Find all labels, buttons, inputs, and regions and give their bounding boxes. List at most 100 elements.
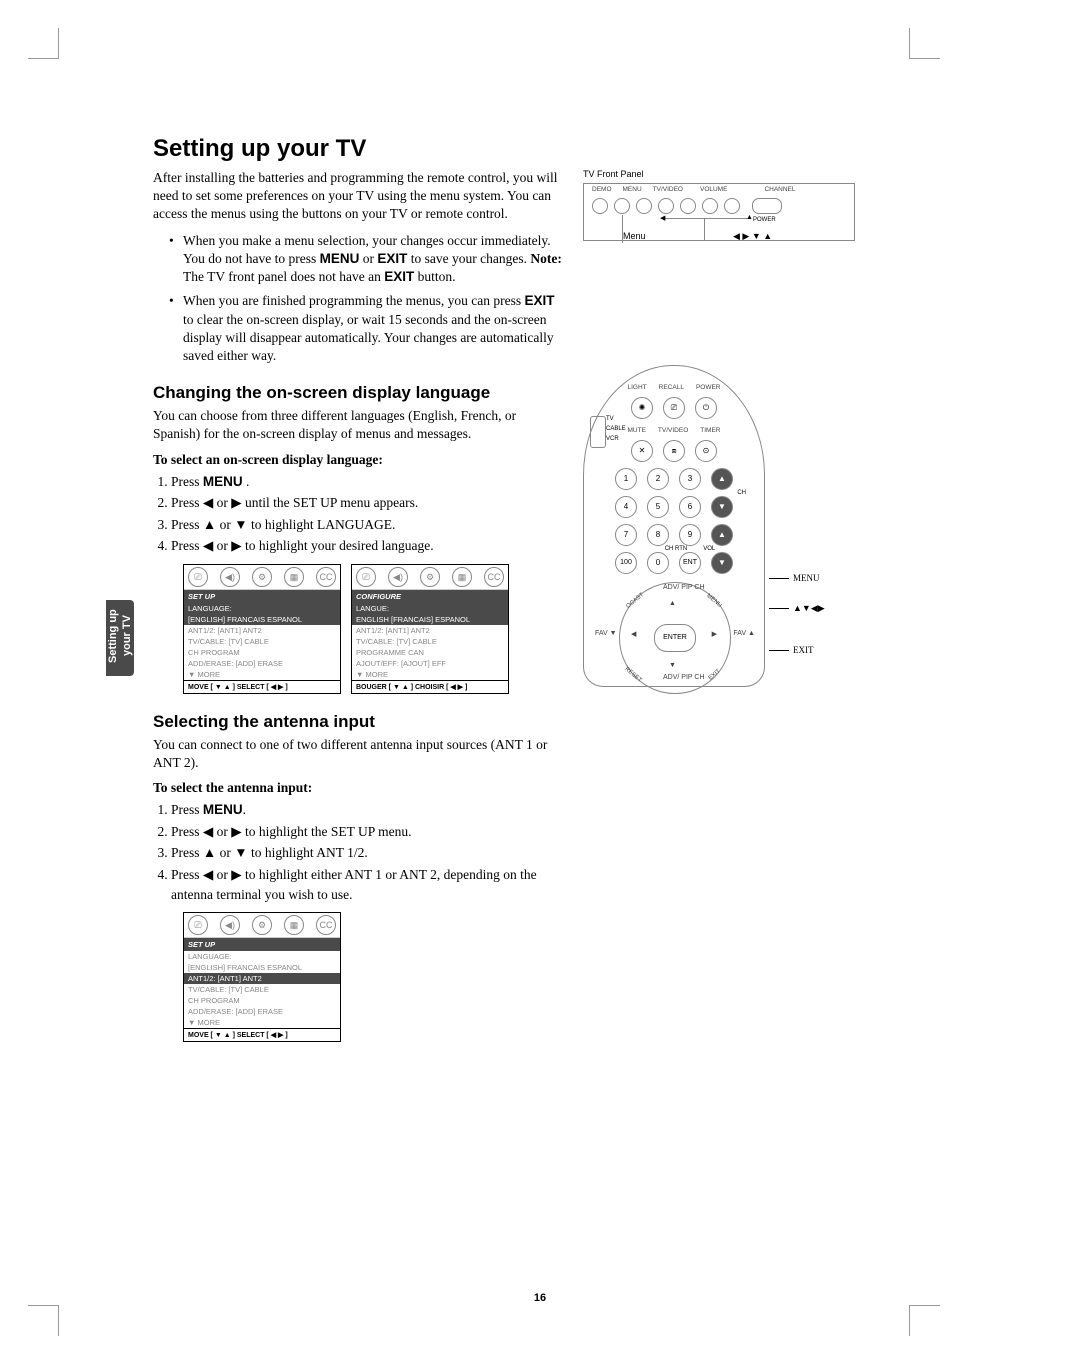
intro-paragraph: After installing the batteries and progr… <box>153 169 563 224</box>
crop-mark <box>28 1305 59 1336</box>
lang-steps: Press MENU . Press ◀ or ▶ until the SET … <box>171 472 561 556</box>
osd-row: ADD/ERASE: [ADD] ERASE <box>184 658 340 669</box>
osd-row: ▼ MORE <box>184 1017 340 1028</box>
osd-row: ▼ MORE <box>184 669 340 680</box>
enter-button[interactable]: ENTER <box>654 624 696 652</box>
lang-subhead: To select an on-screen display language: <box>153 452 928 468</box>
osd-row: LANGUAGE: <box>184 951 340 962</box>
key-1[interactable]: 1 <box>615 468 637 490</box>
osd-title: SET UP <box>184 938 340 951</box>
key-4[interactable]: 4 <box>615 496 637 518</box>
tvvideo-button[interactable]: ⧈ <box>663 440 685 462</box>
text: or <box>359 251 377 266</box>
osd-title: SET UP <box>184 590 340 603</box>
osd-row-highlight: ANT1/2: [ANT1] ANT2 <box>184 973 340 984</box>
demo-button[interactable] <box>592 198 608 214</box>
callout-exit: EXIT <box>769 645 814 655</box>
osd-row: ▼ MORE <box>352 669 508 680</box>
fp-buttons: POWER <box>592 198 782 214</box>
list-item: Press ▲ or ▼ to highlight LANGUAGE. <box>171 515 561 535</box>
list-item: Press MENU. <box>171 800 561 820</box>
fp-top-labels: DEMO MENU TV/VIDEO VOLUME CHANNEL <box>592 186 796 193</box>
heading-language: Changing the on-screen display language <box>153 383 928 403</box>
vol-up[interactable]: ▲ <box>711 524 733 546</box>
recall-button[interactable]: ⎚ <box>663 397 685 419</box>
mode-switch[interactable] <box>590 416 606 448</box>
callout-menu: MENU <box>769 573 820 583</box>
sidebar-tab: Setting up your TV <box>106 600 134 676</box>
ant-intro: You can connect to one of two different … <box>153 736 563 772</box>
osd-icon-row: ⎚◀)⚙▦CC <box>184 565 340 590</box>
osd-footer: MOVE [ ▼ ▲ ] SELECT [ ◀ ▶ ] <box>184 1028 340 1041</box>
osd-row: AJOUT/EFF: [AJOUT] EFF <box>352 658 508 669</box>
key-5[interactable]: 5 <box>647 496 669 518</box>
tvvideo-button[interactable] <box>636 198 652 214</box>
key-3[interactable]: 3 <box>679 468 701 490</box>
ch-down-button[interactable] <box>702 198 718 214</box>
text: to save your changes. <box>407 251 530 266</box>
bullet-1: When you make a menu selection, your cha… <box>183 232 563 287</box>
kw-exit: EXIT <box>377 251 407 266</box>
crop-mark <box>28 28 59 59</box>
osd-row: ADD/ERASE: [ADD] ERASE <box>184 1006 340 1017</box>
osd-row: [ENGLISH] FRANCAIS ESPANOL <box>184 614 340 625</box>
timer-button[interactable]: ⊙ <box>695 440 717 462</box>
kw-exit: EXIT <box>384 269 414 284</box>
text: to clear the on-screen display, or wait … <box>183 312 554 363</box>
osd-setup-english: ⎚◀)⚙▦CC SET UP LANGUAGE: [ENGLISH] FRANC… <box>183 564 341 694</box>
key-9[interactable]: 9 <box>679 524 701 546</box>
key-2[interactable]: 2 <box>647 468 669 490</box>
text: When you are finished programming the me… <box>183 293 525 308</box>
osd-row: [ENGLISH] FRANCAIS ESPANOL <box>184 962 340 973</box>
vol-up-button[interactable] <box>680 198 696 214</box>
crop-mark <box>909 1305 940 1336</box>
osd-row: CH PROGRAM <box>184 647 340 658</box>
ant-steps: Press MENU. Press ◀ or ▶ to highlight th… <box>171 800 561 904</box>
list-item: Press ◀ or ▶ until the SET UP menu appea… <box>171 493 561 513</box>
osd-row: TV/CABLE: [TV] CABLE <box>352 636 508 647</box>
osd-row: ENGLISH [FRANCAIS] ESPANOL <box>352 614 508 625</box>
page-title: Setting up your TV <box>153 135 928 163</box>
osd-setup-antenna: ⎚◀)⚙▦CC SET UP LANGUAGE: [ENGLISH] FRANC… <box>183 912 341 1042</box>
note-label: Note: <box>530 251 561 266</box>
key-7[interactable]: 7 <box>615 524 637 546</box>
kw-exit: EXIT <box>525 293 555 308</box>
power-button[interactable]: ⏻ <box>695 397 717 419</box>
menu-button[interactable] <box>614 198 630 214</box>
front-panel-diagram: TV Front Panel DEMO MENU TV/VIDEO VOLUME… <box>583 169 863 241</box>
key-8[interactable]: 8 <box>647 524 669 546</box>
osd-row: CH PROGRAM <box>184 995 340 1006</box>
callout-arrows: ▲▼◀▶ <box>769 603 825 614</box>
ch-up[interactable]: ▲ <box>711 468 733 490</box>
lang-intro: You can choose from three different lang… <box>153 407 563 443</box>
ch-down[interactable]: ▼ <box>711 496 733 518</box>
text: The TV front panel does not have an <box>183 269 384 284</box>
ch-up-button[interactable] <box>724 198 740 214</box>
osd-row: LANGUAGE: <box>184 603 340 614</box>
osd-row: TV/CABLE: [TV] CABLE <box>184 984 340 995</box>
key-100[interactable]: 100 <box>615 552 637 574</box>
light-button[interactable]: ✺ <box>631 397 653 419</box>
heading-antenna: Selecting the antenna input <box>153 712 928 732</box>
osd-row: TV/CABLE: [TV] CABLE <box>184 636 340 647</box>
osd-row: LANGUE: <box>352 603 508 614</box>
page-number: 16 <box>0 1292 1080 1304</box>
crop-mark <box>909 28 940 59</box>
list-item: Press ▲ or ▼ to highlight ANT 1/2. <box>171 843 561 863</box>
key-0[interactable]: 0 <box>647 552 669 574</box>
vol-down-button[interactable] <box>658 198 674 214</box>
dpad: ENTER ADV/ PIP CH ▲ ▼ ADV/ PIP CH OCAST … <box>619 582 729 692</box>
key-ent[interactable]: ENT <box>679 552 701 574</box>
remote-diagram: TV CABLE VCR LIGHT RECALL POWER ✺ ⎚ ⏻ MU… <box>583 365 765 687</box>
list-item: Press ◀ or ▶ to highlight the SET UP men… <box>171 822 561 842</box>
ant-subhead: To select the antenna input: <box>153 780 928 796</box>
osd-setup-french: ⎚◀)⚙▦CC CONFIGURE LANGUE: ENGLISH [FRANC… <box>351 564 509 694</box>
vol-down[interactable]: ▼ <box>711 552 733 574</box>
text: button. <box>414 269 455 284</box>
mute-button[interactable]: ✕ <box>631 440 653 462</box>
osd-icon-row: ⎚◀)⚙▦CC <box>184 913 340 938</box>
list-item: Press ◀ or ▶ to highlight your desired l… <box>171 536 561 556</box>
power-button[interactable]: POWER <box>752 198 782 214</box>
key-6[interactable]: 6 <box>679 496 701 518</box>
osd-footer: MOVE [ ▼ ▲ ] SELECT [ ◀ ▶ ] <box>184 680 340 693</box>
